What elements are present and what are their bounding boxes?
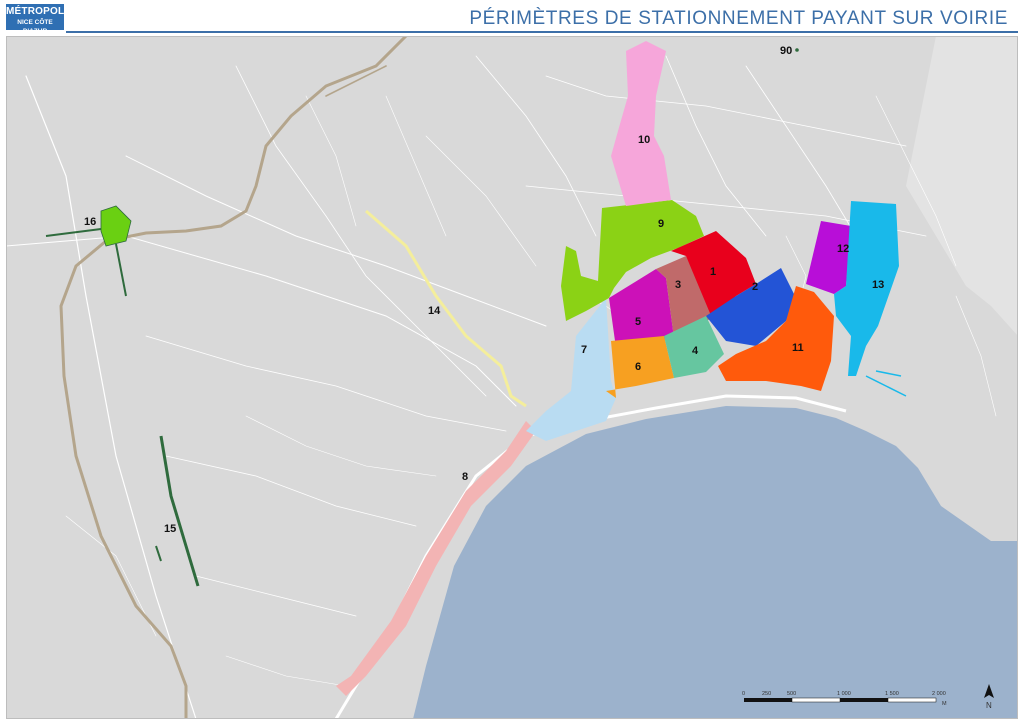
zone-label-11: 11: [792, 342, 804, 354]
scale-tick-500: 500: [787, 691, 796, 697]
north-arrow-label: N: [986, 701, 992, 710]
scale-unit: M: [942, 701, 947, 707]
zone-label-16: 16: [84, 216, 96, 228]
zone-90-marker: [795, 48, 799, 52]
scale-tick-0: 0: [742, 691, 745, 697]
scale-seg-2: [791, 697, 841, 703]
zone-label-10: 10: [638, 134, 650, 146]
zone-label-90: 90: [780, 45, 792, 57]
header-rule: [66, 31, 1018, 33]
zone-label-14: 14: [428, 305, 441, 317]
scale-seg-4: [887, 697, 937, 703]
zone-label-3: 3: [675, 279, 681, 291]
scale-seg-1: [744, 698, 792, 702]
scale-seg-3: [840, 698, 888, 702]
scale-tick-2000: 2 000: [932, 691, 946, 697]
zone-label-13: 13: [872, 279, 884, 291]
zone-label-12: 12: [837, 243, 849, 255]
logo-line2: NICE CÔTE D'AZUR: [17, 19, 53, 35]
zone-label-6: 6: [635, 361, 641, 373]
metropole-logo: MÉTROPOLE NICE CÔTE D'AZUR: [6, 4, 72, 35]
map-title: PÉRIMÈTRES DE STATIONNEMENT PAYANT SUR V…: [469, 8, 1008, 29]
zone-label-5: 5: [635, 316, 641, 328]
zone-label-9: 9: [658, 218, 664, 230]
zone-label-2: 2: [752, 281, 758, 293]
map-poster: MÉTROPOLE NICE CÔTE D'AZUR PÉRIMÈTRES DE…: [0, 0, 1024, 725]
logo-line1: MÉTROPOLE: [6, 6, 72, 17]
zone-label-4: 4: [692, 345, 699, 357]
zone-label-7: 7: [581, 344, 587, 356]
scale-tick-1500: 1 500: [885, 691, 899, 697]
zone-label-1: 1: [710, 266, 716, 278]
scale-tick-1000: 1 000: [837, 691, 851, 697]
header: MÉTROPOLE NICE CÔTE D'AZUR PÉRIMÈTRES DE…: [0, 0, 1024, 35]
scale-tick-250: 250: [762, 691, 771, 697]
zone-label-8: 8: [462, 471, 468, 483]
zone-label-15: 15: [164, 523, 176, 535]
map-canvas[interactable]: 1 2 3 4 5 6 7 8 9 10 11 12 13 14 15 16 9…: [6, 36, 1018, 719]
